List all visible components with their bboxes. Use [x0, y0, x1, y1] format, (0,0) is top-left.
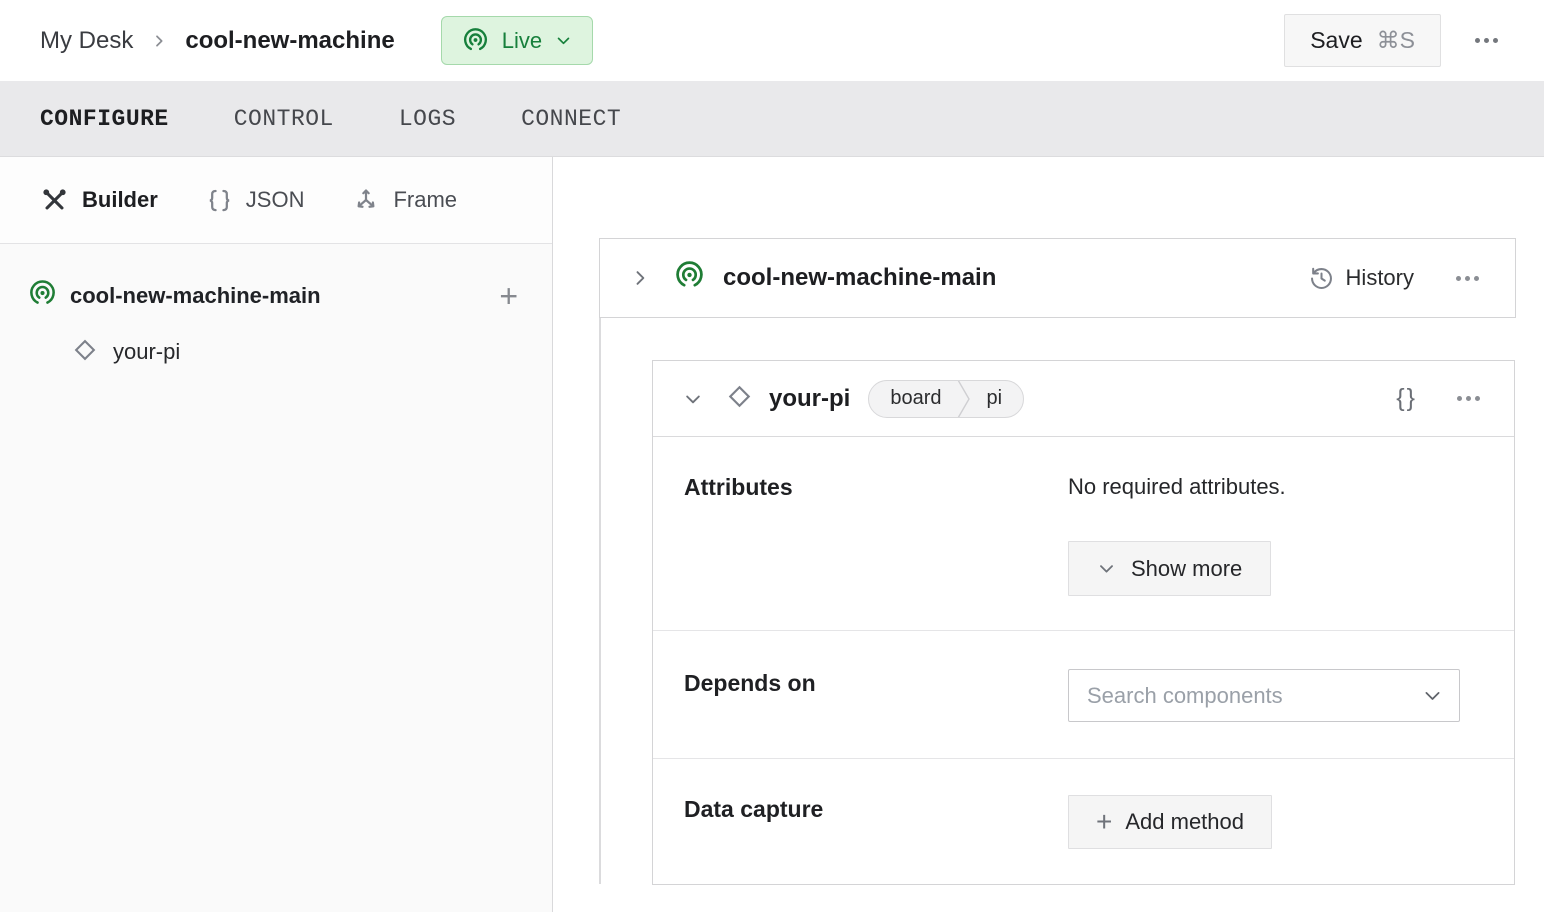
- chevron-down-icon[interactable]: [683, 389, 703, 409]
- show-more-label: Show more: [1131, 555, 1243, 581]
- clock-history-icon: [1310, 267, 1332, 289]
- tab-connect[interactable]: CONNECT: [521, 106, 621, 132]
- add-method-button[interactable]: + Add method: [1068, 795, 1272, 849]
- chevron-down-icon: [555, 32, 572, 49]
- top-bar: My Desk cool-new-machine Live Save ⌘S: [0, 0, 1544, 81]
- data-capture-section: Data capture + Add method: [653, 759, 1514, 884]
- dot: [1475, 38, 1480, 43]
- curly-braces-icon: [209, 189, 230, 211]
- chevron-down-icon: [1425, 692, 1440, 700]
- live-badge-label: Live: [501, 27, 543, 53]
- sidebar-mode-switcher: Builder JSON Frame: [0, 157, 552, 244]
- app-screen: My Desk cool-new-machine Live Save ⌘S CO…: [0, 0, 1544, 912]
- dot: [1493, 38, 1498, 43]
- dot: [1484, 38, 1489, 43]
- broadcast-icon: [674, 260, 705, 296]
- diamond-icon: [72, 337, 98, 368]
- tag-divider-chevron-icon: [958, 380, 971, 417]
- dot: [1456, 275, 1461, 281]
- dot: [1475, 396, 1480, 401]
- mode-builder[interactable]: Builder: [40, 186, 158, 215]
- part-card-title: cool-new-machine-main: [723, 264, 997, 291]
- save-button[interactable]: Save ⌘S: [1284, 14, 1441, 67]
- save-shortcut-hint: ⌘S: [1376, 27, 1415, 53]
- component-card-more-menu[interactable]: [1451, 390, 1486, 407]
- component-type-model-tag: board pi: [868, 379, 1025, 418]
- attributes-section-label: Attributes: [684, 474, 793, 500]
- depends-on-section-label: Depends on: [684, 670, 816, 696]
- tab-control[interactable]: CONTROL: [234, 106, 334, 132]
- chevron-down-icon: [1100, 565, 1113, 573]
- component-card-title: your-pi: [769, 384, 851, 412]
- live-status-dropdown[interactable]: Live: [440, 16, 594, 65]
- primary-tab-bar: CONFIGURE CONTROL LOGS CONNECT: [0, 81, 1544, 157]
- tab-logs[interactable]: LOGS: [399, 106, 456, 132]
- history-button[interactable]: History: [1308, 265, 1414, 292]
- crossed-tools-icon: [43, 188, 66, 210]
- topbar-more-menu[interactable]: [1469, 32, 1504, 49]
- content-area: Builder JSON Frame cool-new-machine-main…: [0, 157, 1544, 912]
- mode-frame[interactable]: Frame: [352, 186, 457, 214]
- attributes-section: Attributes No required attributes. Show …: [653, 437, 1514, 631]
- part-card-more-menu[interactable]: [1450, 270, 1485, 287]
- broadcast-icon: [28, 279, 57, 313]
- frame-axes-icon: [358, 189, 375, 208]
- breadcrumb-parent-link[interactable]: My Desk: [40, 27, 133, 55]
- history-button-label: History: [1345, 265, 1414, 290]
- component-card: your-pi board pi {} Attributes No requir…: [652, 360, 1515, 885]
- tab-configure[interactable]: CONFIGURE: [40, 106, 169, 132]
- tree-component-label: your-pi: [113, 339, 181, 364]
- dot: [1466, 396, 1471, 401]
- depends-on-search-select[interactable]: [1068, 669, 1460, 722]
- broadcast-icon: [462, 27, 489, 54]
- machine-part-card: cool-new-machine-main History: [599, 238, 1516, 318]
- add-method-label: Add method: [1125, 809, 1244, 834]
- machine-name-title: cool-new-machine: [185, 26, 395, 54]
- depends-on-section: Depends on: [653, 631, 1514, 759]
- search-components-input[interactable]: [1087, 682, 1422, 709]
- dot: [1457, 396, 1462, 401]
- component-type-tag: board: [890, 387, 942, 409]
- dot: [1465, 275, 1470, 281]
- attributes-empty-text: No required attributes.: [1068, 474, 1286, 499]
- show-more-button[interactable]: Show more: [1068, 541, 1272, 596]
- mode-json[interactable]: JSON: [206, 187, 305, 214]
- mode-frame-label: Frame: [393, 187, 458, 212]
- resource-tree: cool-new-machine-main + your-pi: [0, 244, 552, 912]
- tree-machine-part-label: cool-new-machine-main: [70, 283, 321, 308]
- chevron-right-icon[interactable]: [630, 268, 650, 288]
- config-main-panel: cool-new-machine-main History your-pi bo…: [553, 157, 1544, 912]
- breadcrumb: My Desk cool-new-machine: [40, 27, 395, 55]
- add-component-button[interactable]: +: [499, 280, 518, 312]
- plus-icon: +: [1096, 806, 1113, 837]
- data-capture-section-label: Data capture: [684, 796, 824, 822]
- save-button-label: Save: [1310, 27, 1363, 53]
- mode-json-label: JSON: [245, 187, 305, 212]
- chevron-right-icon: [151, 33, 167, 49]
- tree-connector-line: [599, 318, 601, 884]
- component-model-tag: pi: [986, 387, 1003, 409]
- json-toggle-button[interactable]: {}: [1396, 384, 1417, 413]
- config-sidebar: Builder JSON Frame cool-new-machine-main…: [0, 157, 553, 912]
- mode-builder-label: Builder: [82, 187, 158, 212]
- tree-item-component[interactable]: your-pi: [0, 324, 552, 380]
- component-card-header: your-pi board pi {}: [653, 361, 1514, 437]
- tree-item-machine-part[interactable]: cool-new-machine-main +: [0, 268, 552, 324]
- dot: [1474, 275, 1479, 281]
- diamond-icon: [726, 383, 753, 415]
